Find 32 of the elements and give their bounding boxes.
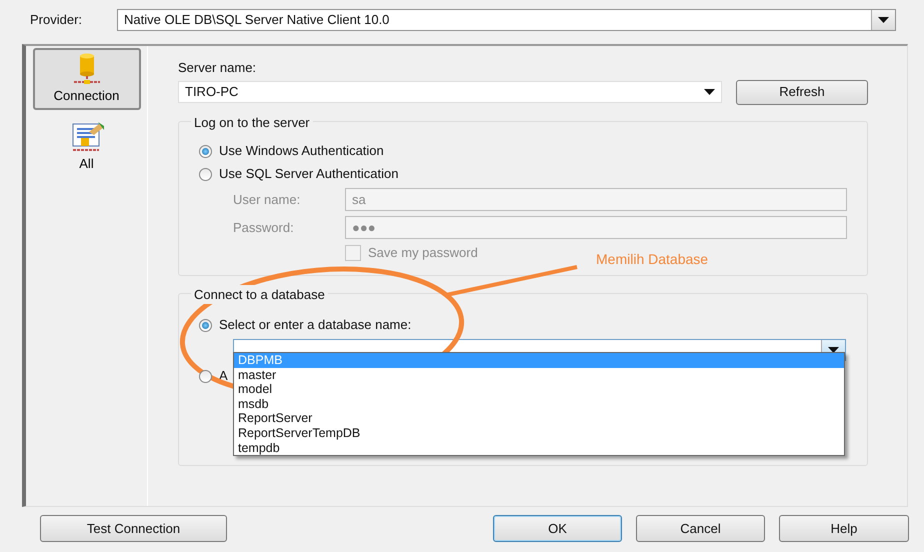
server-name-label: Server name: (178, 59, 258, 77)
dropdown-option[interactable]: tempdb (234, 440, 844, 456)
dialog-button[interactable]: Cancel (636, 515, 765, 542)
radio-button[interactable] (199, 318, 212, 332)
provider-dropdown[interactable]: Native OLE DB\SQL Server Native Client 10.0 (117, 8, 896, 30)
checkbox-label: Save my password (368, 244, 478, 262)
radio-label: Use Windows Authentication (219, 142, 384, 160)
dialog-button[interactable]: OK (493, 515, 622, 542)
radio-button[interactable] (199, 168, 212, 180)
dropdown-option[interactable]: msdb (234, 396, 844, 412)
user-name-label: User name: (233, 190, 302, 209)
provider-label: Provider: (30, 10, 84, 29)
radio-button[interactable] (199, 370, 212, 382)
dropdown-option[interactable]: ReportServerTempDB (234, 426, 844, 441)
dropdown-arrow-icon (704, 89, 715, 95)
radio-label: Select or enter a database name: (219, 316, 412, 334)
group-title: Connect to a database (191, 284, 328, 304)
dialog-button[interactable]: Help (779, 515, 909, 542)
refresh-button[interactable]: Refresh (736, 80, 868, 104)
dialog-button[interactable]: Test Connection (40, 515, 227, 542)
database-icon (72, 52, 102, 86)
dropdown-option[interactable]: master (234, 368, 844, 382)
server-name-dropdown[interactable]: TIRO-PC (178, 81, 722, 103)
annotation-text: Memilih Database (596, 250, 708, 269)
dropdown-option[interactable]: ReportServer (234, 411, 844, 426)
password-label: Password: (233, 218, 295, 237)
radio-label: A (219, 367, 228, 386)
sidebar-item[interactable]: Connection (32, 48, 140, 110)
dropdown-option[interactable]: model (234, 382, 844, 397)
sidebar-item[interactable]: All (32, 116, 140, 178)
radio-label: Use SQL Server Authentication (219, 165, 398, 184)
radio-button[interactable] (199, 144, 212, 158)
